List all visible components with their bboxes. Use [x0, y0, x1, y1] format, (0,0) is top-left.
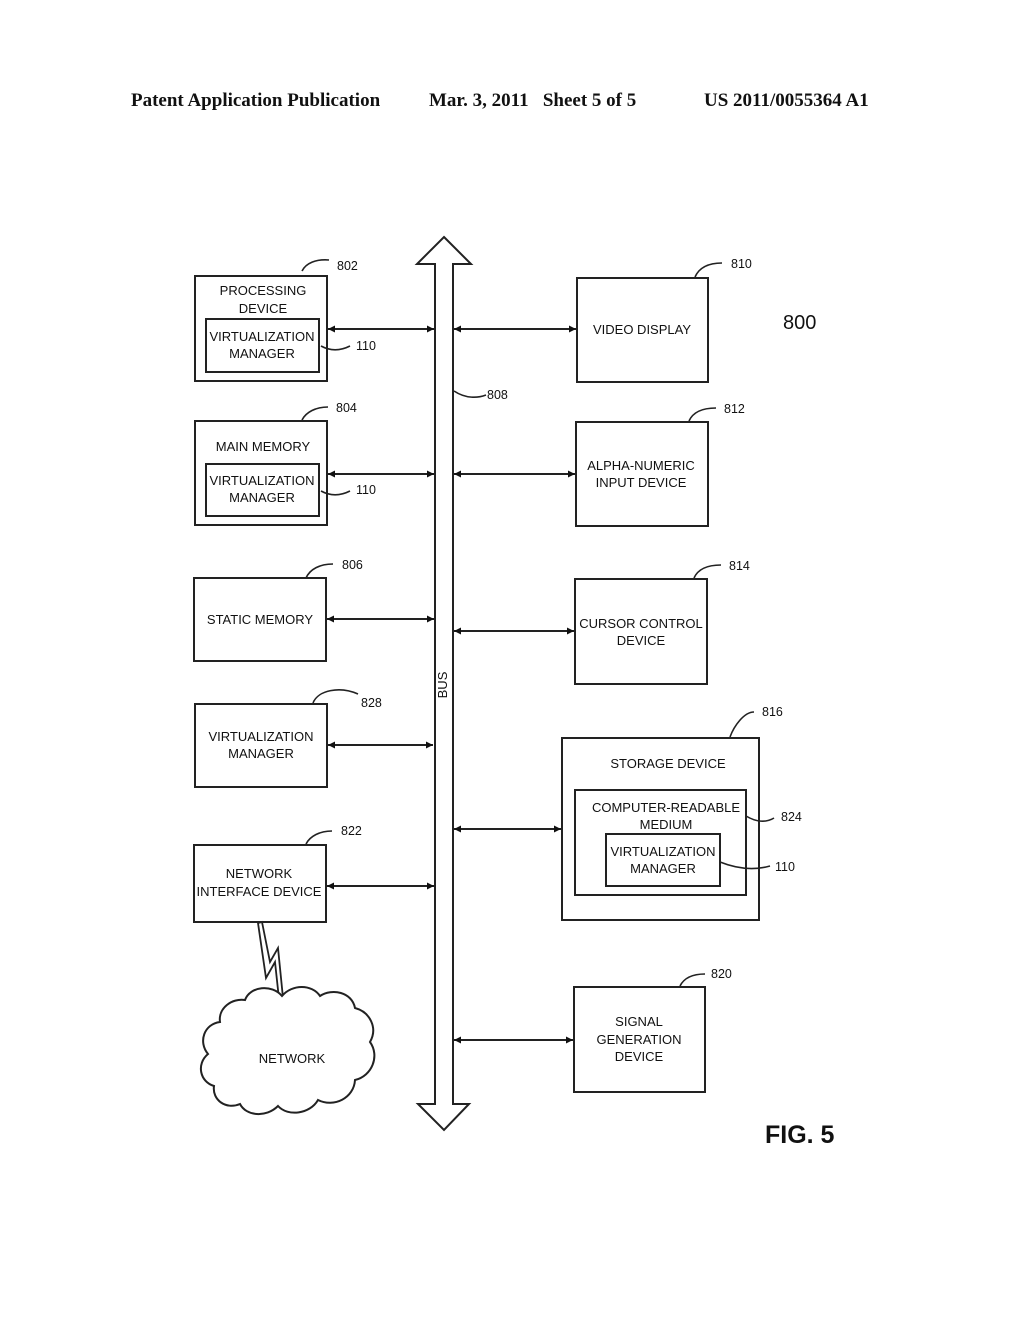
virtualization-manager-label-1: VIRTUALIZATION: [209, 729, 314, 744]
virtualization-manager-label-1: VIRTUALIZATION: [210, 329, 315, 344]
bus-label: BUS: [435, 671, 450, 698]
main-memory-block: MAIN MEMORY VIRTUALIZATION MANAGER 804 1…: [194, 401, 434, 526]
computer-readable-medium-label-1: COMPUTER-READABLE: [592, 800, 740, 815]
figure-ref: 800: [783, 312, 816, 334]
network-interface-device-ref: 822: [341, 824, 362, 838]
network-label: NETWORK: [259, 1051, 326, 1066]
network-interface-device-label-2: INTERFACE DEVICE: [197, 884, 322, 899]
virtualization-manager-label-1: VIRTUALIZATION: [210, 473, 315, 488]
bus: BUS 808: [414, 235, 508, 1132]
static-memory-label: STATIC MEMORY: [207, 612, 314, 627]
cursor-control-device-label-1: CURSOR CONTROL: [579, 616, 703, 631]
main-memory-label: MAIN MEMORY: [216, 439, 311, 454]
computer-readable-medium-ref: 824: [781, 810, 802, 824]
processing-device-label-2: DEVICE: [239, 301, 288, 316]
virtualization-manager-label-2: MANAGER: [229, 490, 295, 505]
signal-generation-device-block: SIGNAL GENERATION DEVICE 820: [454, 967, 732, 1093]
video-display-block: VIDEO DISPLAY 810: [454, 257, 752, 383]
storage-device-ref: 816: [762, 705, 783, 719]
network-interface-device-block: NETWORK INTERFACE DEVICE 822: [193, 824, 434, 923]
virtualization-manager-label-1: VIRTUALIZATION: [611, 844, 716, 859]
network-cloud: NETWORK: [199, 986, 376, 1115]
storage-device-block: STORAGE DEVICE COMPUTER-READABLE MEDIUM …: [454, 705, 802, 921]
alpha-numeric-input-device-ref: 812: [724, 402, 745, 416]
processing-device-label-1: PROCESSING: [220, 283, 307, 298]
cursor-control-device-ref: 814: [729, 559, 750, 573]
virtualization-manager-ref: 110: [356, 339, 376, 353]
virtualization-manager-ref: 110: [775, 860, 795, 874]
network-interface-device-label-1: NETWORK: [226, 866, 293, 881]
signal-generation-device-ref: 820: [711, 967, 732, 981]
video-display-ref: 810: [731, 257, 752, 271]
system-block-diagram: BUS 808 800 FIG. 5 PROCESSING DEVICE VIR…: [193, 235, 835, 1149]
virtualization-manager-label-2: MANAGER: [228, 746, 294, 761]
cursor-control-device-label-2: DEVICE: [617, 633, 666, 648]
figure-caption: FIG. 5: [765, 1121, 835, 1149]
cursor-control-device-block: CURSOR CONTROL DEVICE 814: [454, 559, 750, 685]
bus-ref-leader: [453, 390, 487, 398]
processing-device-block: PROCESSING DEVICE VIRTUALIZATION MANAGER…: [194, 259, 434, 382]
static-memory-ref: 806: [342, 558, 363, 572]
alpha-numeric-input-device-label-2: INPUT DEVICE: [596, 475, 687, 490]
alpha-numeric-input-device-block: ALPHA-NUMERIC INPUT DEVICE 812: [454, 402, 745, 527]
processing-device-ref: 802: [337, 259, 358, 273]
signal-generation-device-label-2: GENERATION: [597, 1032, 682, 1047]
signal-generation-device-label-1: SIGNAL: [615, 1014, 663, 1029]
signal-generation-device-label-3: DEVICE: [615, 1049, 664, 1064]
storage-device-label: STORAGE DEVICE: [610, 756, 726, 771]
bus-ref: 808: [487, 388, 508, 402]
main-memory-ref: 804: [336, 401, 357, 415]
virtualization-manager-label-2: MANAGER: [229, 346, 295, 361]
static-memory-block: STATIC MEMORY 806: [193, 558, 434, 662]
alpha-numeric-input-device-label-1: ALPHA-NUMERIC: [587, 458, 695, 473]
virtualization-manager-block: VIRTUALIZATION MANAGER 828: [194, 689, 433, 788]
virtualization-manager-ref: 828: [361, 696, 382, 710]
video-display-label: VIDEO DISPLAY: [593, 322, 691, 337]
computer-readable-medium-label-2: MEDIUM: [640, 817, 693, 832]
virtualization-manager-label-2: MANAGER: [630, 861, 696, 876]
virtualization-manager-ref: 110: [356, 483, 376, 497]
